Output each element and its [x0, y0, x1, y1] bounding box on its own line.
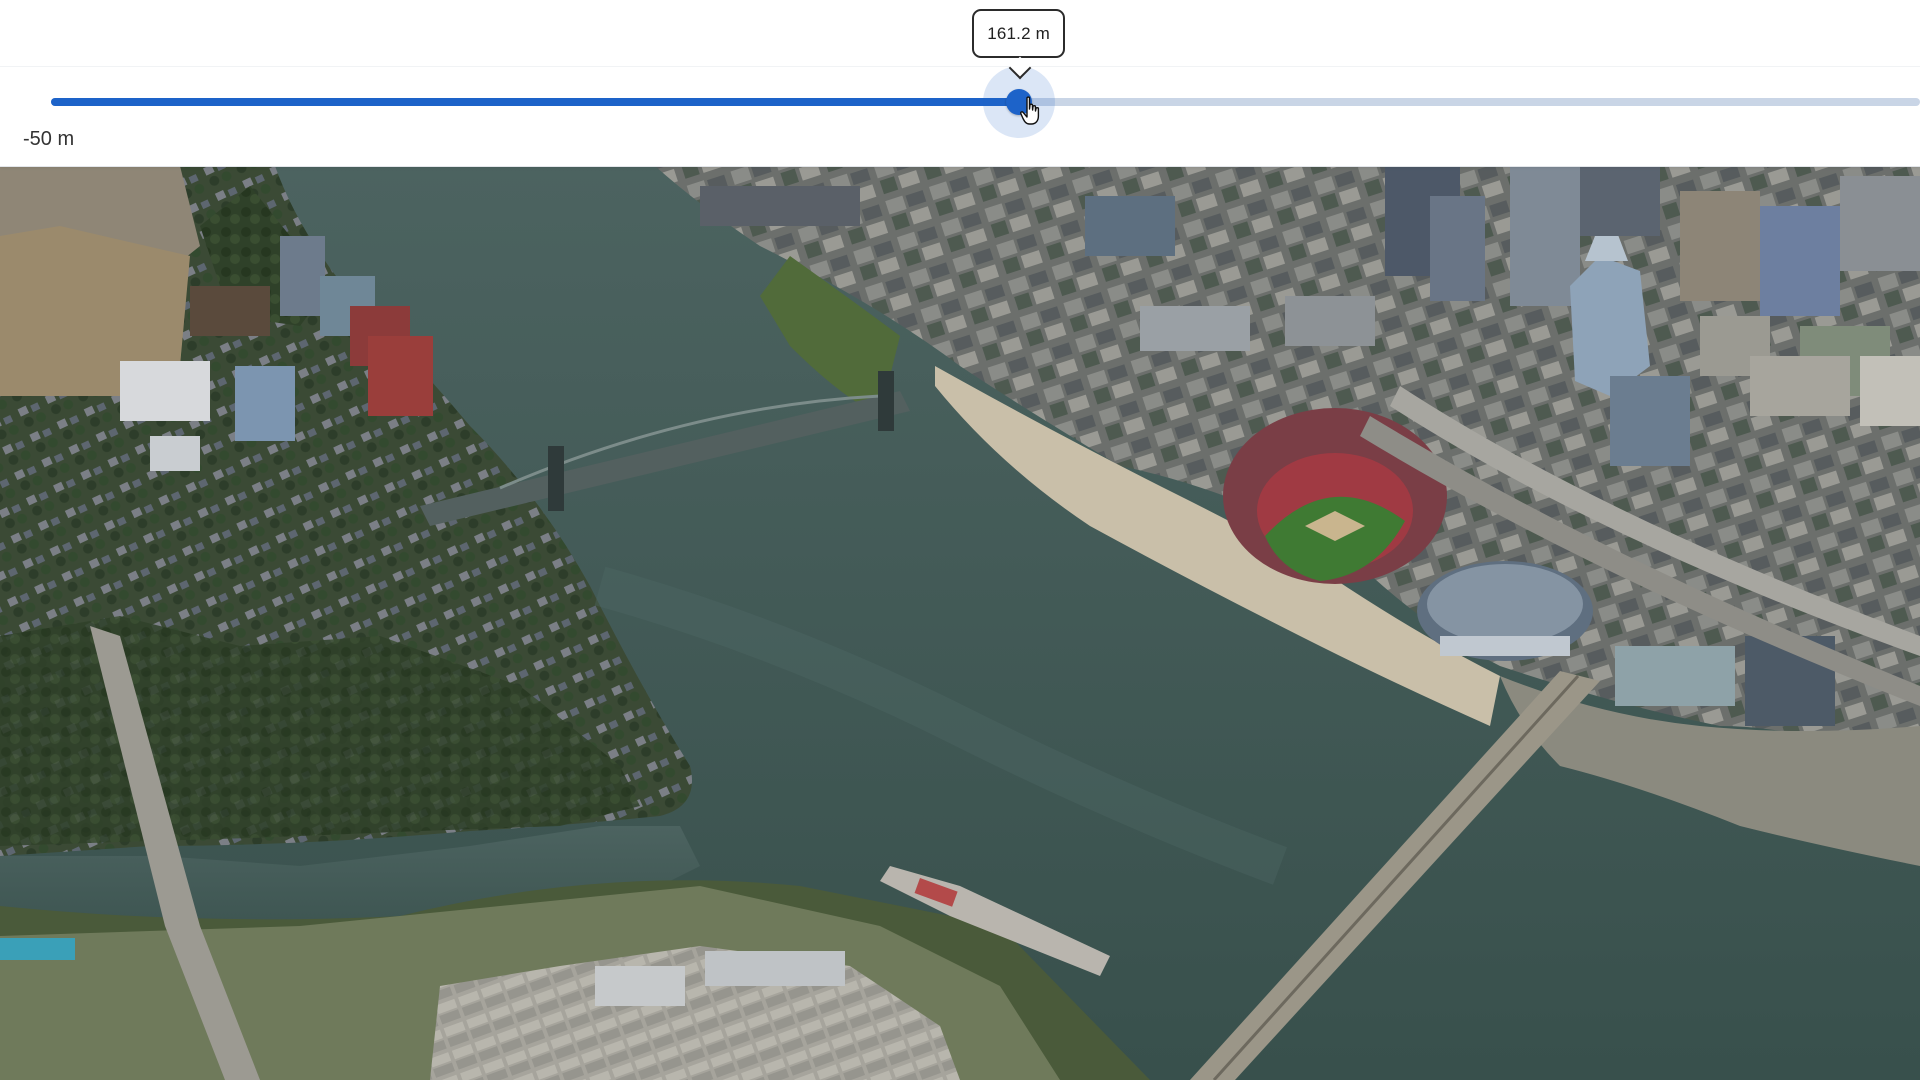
aerial-imagery — [0, 166, 1920, 1080]
slider-fill — [51, 98, 1020, 106]
aerial-map-view[interactable] — [0, 166, 1920, 1080]
slider-value-tooltip: 161.2 m — [972, 9, 1066, 80]
slider-min-label: -50 m — [23, 128, 75, 150]
hand-pointer-cursor-icon — [1020, 96, 1040, 125]
slider-value-label: 161.2 m — [987, 23, 1051, 43]
divider — [0, 66, 1920, 67]
elevation-slider-panel: 161.2 m -50 m — [0, 0, 1920, 167]
